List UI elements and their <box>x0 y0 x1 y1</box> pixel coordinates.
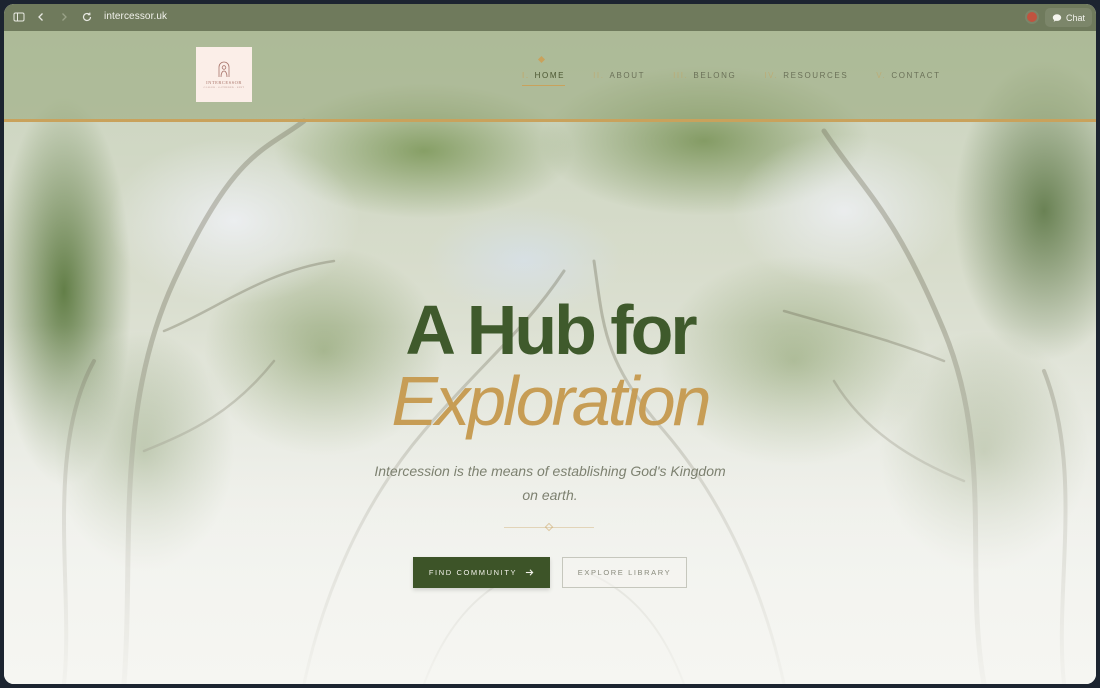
hero-accent-word: Exploration <box>391 362 711 440</box>
nav-item-belong[interactable]: III. BELONG <box>673 71 736 86</box>
find-community-label: FIND COMMUNITY <box>428 568 518 577</box>
nav-item-label: BELONG <box>693 71 737 80</box>
nav-active-marker <box>537 55 546 64</box>
nav-item-contact[interactable]: V. CONTACT <box>876 71 940 86</box>
explore-library-button[interactable]: EXPLORE LIBRARY <box>562 557 687 588</box>
find-community-button[interactable]: FIND COMMUNITY <box>413 557 550 588</box>
hero-title: A Hub for <box>405 291 697 369</box>
nav-item-about[interactable]: II. ABOUT <box>593 71 645 86</box>
chat-bubble-icon <box>1052 13 1062 22</box>
arrow-right-icon <box>526 569 534 576</box>
nav-item-number: V. <box>876 71 887 80</box>
hero-subtitle: Intercession is the means of establishin… <box>374 463 726 503</box>
back-icon[interactable] <box>34 10 48 24</box>
logo-emblem-icon <box>218 61 230 78</box>
browser-toolbar: intercessor.uk Chat <box>4 4 1096 31</box>
reload-icon[interactable] <box>80 10 94 24</box>
web-page: INTERCESSOR CALLED · GATHERED · SENT I. … <box>4 31 1096 684</box>
nav-item-number: III. <box>673 71 689 80</box>
nav-item-label: HOME <box>534 71 566 80</box>
main-nav: I. HOME II. ABOUT III. BELONG IV. RESOUR… <box>522 71 969 86</box>
nav-item-number: II. <box>593 71 605 80</box>
nav-item-label: ABOUT <box>609 71 646 80</box>
forward-icon[interactable] <box>57 10 71 24</box>
site-logo[interactable]: INTERCESSOR CALLED · GATHERED · SENT <box>196 47 252 102</box>
browser-window: intercessor.uk Chat INTERCESSOR CALLED ·… <box>4 4 1096 684</box>
logo-tagline: CALLED · GATHERED · SENT <box>203 86 245 89</box>
extension-icon[interactable] <box>1027 12 1037 22</box>
site-header: INTERCESSOR CALLED · GATHERED · SENT I. … <box>4 31 1096 122</box>
chat-label: Chat <box>1066 12 1086 23</box>
nav-item-label: CONTACT <box>891 71 941 80</box>
nav-item-home[interactable]: I. HOME <box>522 71 566 86</box>
explore-library-label: EXPLORE LIBRARY <box>577 568 672 577</box>
nav-item-number: I. <box>522 71 530 80</box>
logo-name: INTERCESSOR <box>206 80 242 85</box>
address-bar[interactable]: intercessor.uk <box>104 11 167 22</box>
chat-button[interactable]: Chat <box>1045 8 1092 27</box>
sidebar-toggle-icon[interactable] <box>12 10 26 24</box>
nav-item-label: RESOURCES <box>783 71 849 80</box>
nav-item-number: IV. <box>764 71 779 80</box>
nav-item-resources[interactable]: IV. RESOURCES <box>764 71 848 86</box>
